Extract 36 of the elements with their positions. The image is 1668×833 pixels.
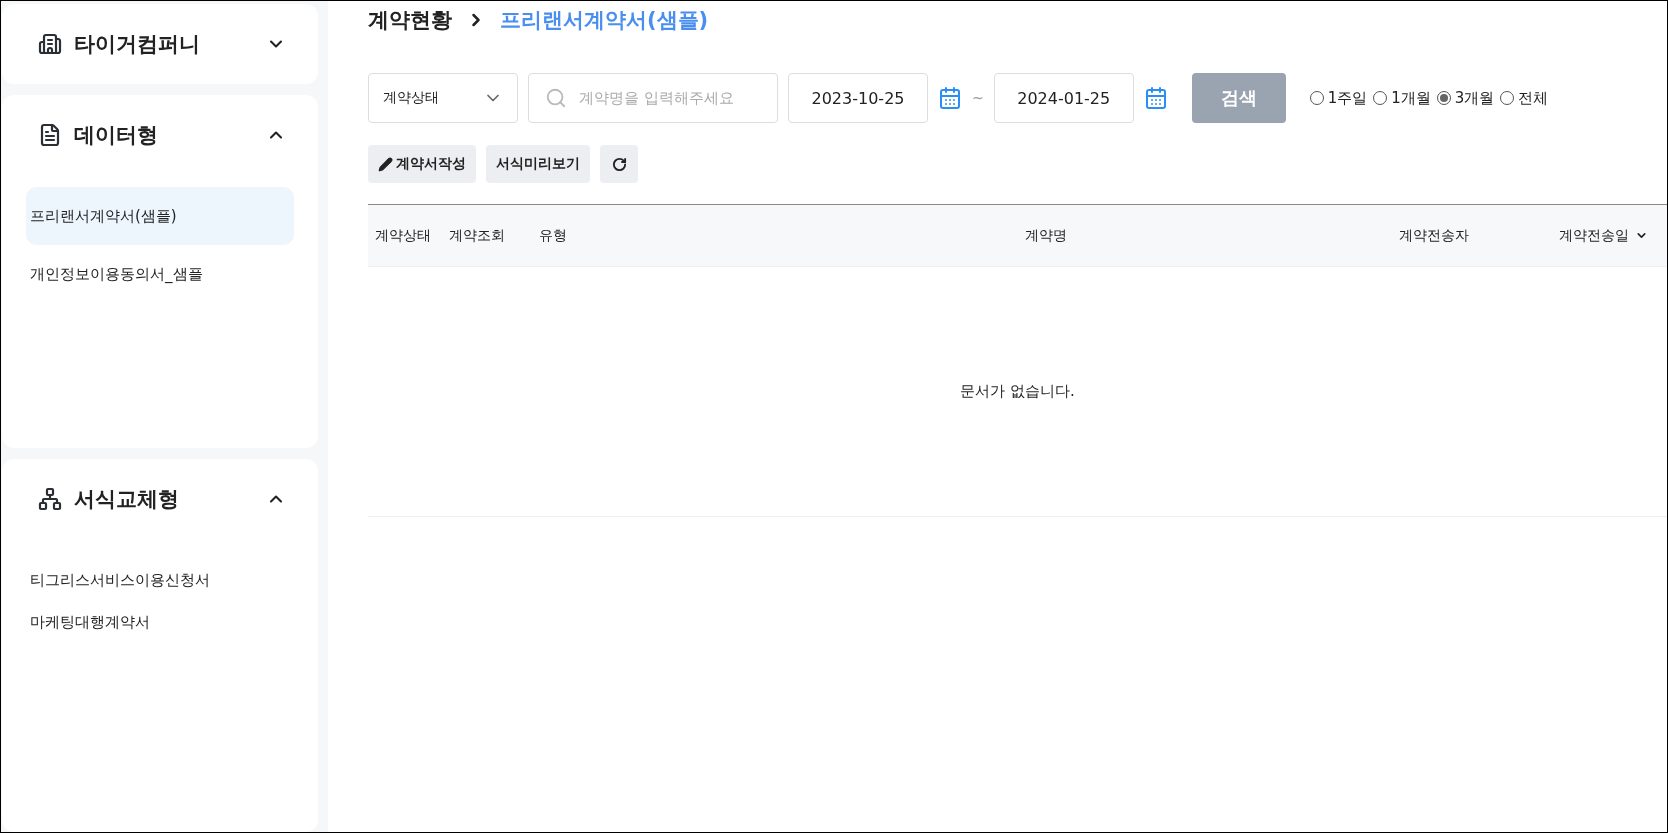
date-field[interactable]: 2023-10-25 xyxy=(788,73,928,123)
sidebar-item[interactable]: 프리랜서계약서(샘플) xyxy=(26,187,294,245)
period-option[interactable]: 1개월 xyxy=(1373,88,1431,108)
network-icon xyxy=(38,487,62,511)
column-header[interactable]: 계약상태 xyxy=(375,226,431,245)
column-header[interactable]: 계약전송자 xyxy=(1399,226,1469,245)
date-field[interactable]: 2024-01-25 xyxy=(993,73,1134,123)
period-option[interactable]: 전체 xyxy=(1500,88,1549,108)
sidebar-item[interactable]: 마케팅대행계약서 xyxy=(26,601,294,643)
search-icon xyxy=(545,87,567,109)
sidebar-group-header[interactable]: 데이터형 xyxy=(26,95,294,175)
status-dropdown[interactable]: 계약상태 xyxy=(368,73,518,123)
refresh-button[interactable] xyxy=(600,145,638,183)
column-header[interactable]: 유형 xyxy=(539,226,567,245)
sidebar-item[interactable]: 개인정보이용동의서_샘플 xyxy=(26,245,294,303)
preview-button[interactable]: 서식미리보기 xyxy=(486,145,590,183)
sidebar-item[interactable]: 티그리스서비스이용신청서 xyxy=(26,559,294,601)
pencil-icon xyxy=(378,156,393,172)
period-option[interactable]: 3개월 xyxy=(1436,88,1495,108)
empty-message: 문서가 없습니다. xyxy=(960,382,1075,401)
calendar-icon[interactable] xyxy=(1143,86,1168,110)
calendar-icon[interactable] xyxy=(938,86,962,110)
breadcrumb-parent[interactable]: 계약현황 xyxy=(368,6,452,34)
document-icon xyxy=(38,123,62,147)
date-separator: ~ xyxy=(972,90,984,106)
sidebar-group-header[interactable]: 타이거컴퍼니 xyxy=(26,4,294,84)
column-header[interactable]: 계약전송일 xyxy=(1559,226,1629,245)
period-option[interactable]: 1주일 xyxy=(1309,88,1368,108)
search-box[interactable]: 계약명을 입력해주세요 xyxy=(528,73,778,123)
column-header[interactable]: 계약명 xyxy=(1024,226,1067,245)
sidebar-group-header[interactable]: 서식교체형 xyxy=(26,459,294,539)
refresh-icon xyxy=(611,156,627,172)
column-header[interactable]: 계약조회 xyxy=(449,226,505,245)
write-contract-button[interactable]: 계약서작성 xyxy=(368,145,476,183)
building-icon xyxy=(38,32,62,56)
breadcrumb-current: 프리랜서계약서(샘플) xyxy=(500,7,709,34)
